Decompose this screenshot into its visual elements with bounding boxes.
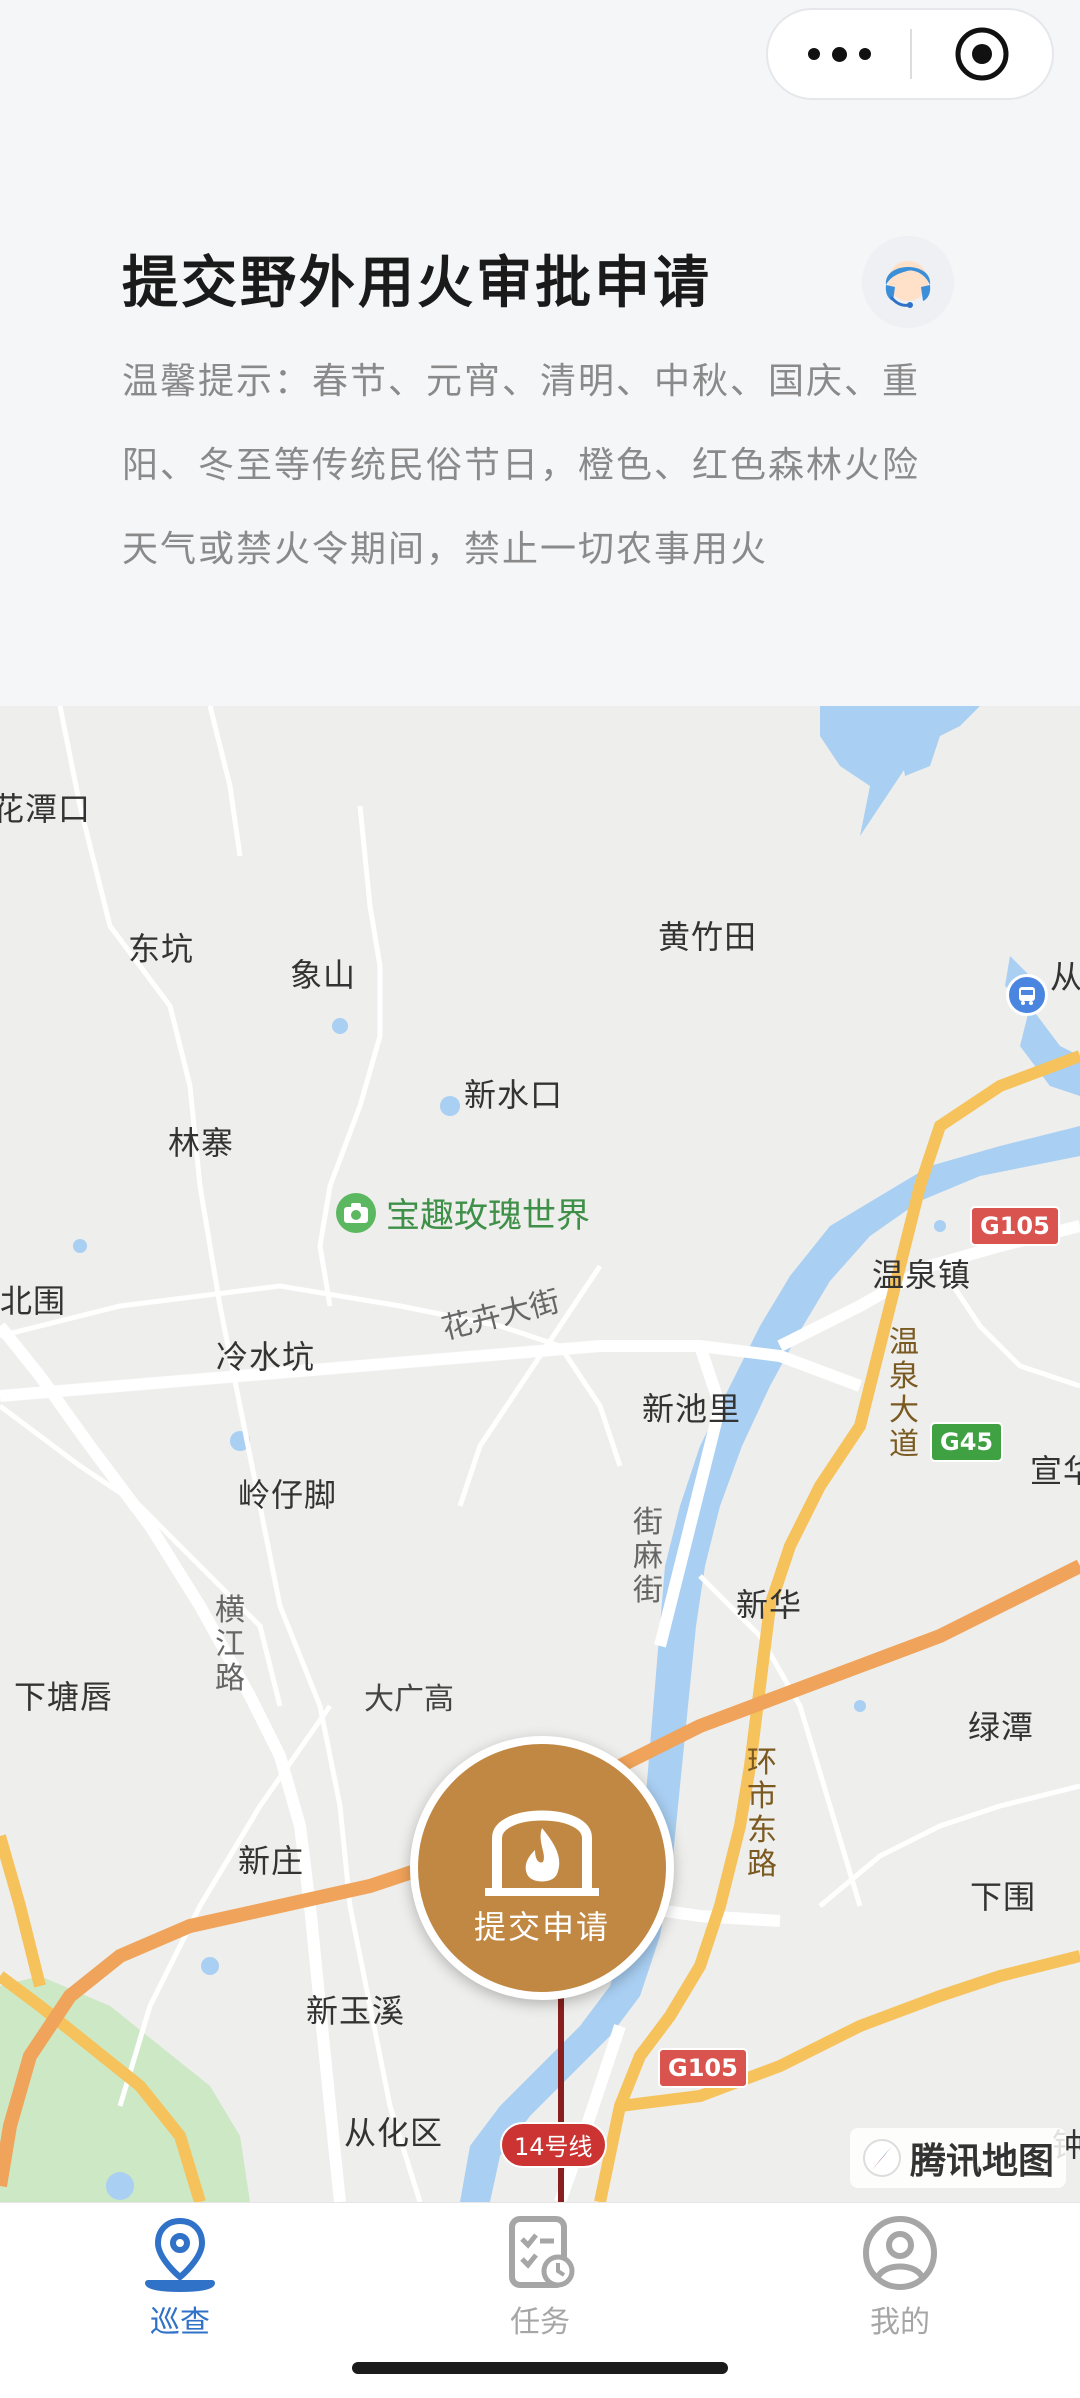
map-place-label: 从: [1050, 958, 1080, 996]
submit-label: 提交申请: [473, 1908, 610, 1946]
map-road-label: 大广高: [364, 1682, 454, 1717]
tab-tasks[interactable]: 任务: [440, 2213, 640, 2341]
map-place-label: 新庄: [238, 1842, 305, 1880]
map-place-label: 岭仔脚: [238, 1476, 338, 1514]
map-poi-rose-world[interactable]: 宝趣玫瑰世界: [336, 1188, 590, 1237]
customer-service-icon: [885, 261, 931, 308]
highway-shield-g45: G45: [930, 1422, 1004, 1462]
close-miniprogram-button[interactable]: [912, 10, 1052, 98]
page-title: 提交野外用火审批申请: [122, 251, 712, 316]
map-view[interactable]: 花潭口 东坑 象山 黄竹田 新水口 林寨 北围 冷水坑 新池里 温泉镇 岭仔脚 …: [0, 706, 1080, 2202]
submit-application-button[interactable]: 提交申请: [410, 1736, 674, 2000]
map-place-label: 东坑: [128, 930, 195, 968]
bus-station-icon: [1006, 974, 1048, 1016]
dot-icon: [807, 48, 820, 60]
map-road-label: 横江路: [215, 1593, 245, 1696]
map-place-label: 绿潭: [968, 1708, 1035, 1746]
map-place-label: 新华: [736, 1586, 803, 1624]
poi-label: 宝趣玫瑰世界: [386, 1196, 590, 1236]
more-menu-button[interactable]: [768, 10, 910, 98]
home-indicator[interactable]: [352, 2362, 728, 2374]
dot-icon: [831, 46, 847, 62]
tab-label: 任务: [510, 2305, 570, 2340]
map-place-label: 温泉镇: [872, 1256, 972, 1294]
map-place-label: 从化区: [344, 2114, 444, 2152]
tab-mine[interactable]: 我的: [800, 2213, 1000, 2341]
target-close-icon: [955, 27, 1009, 81]
map-place-label: 新玉溪: [306, 1992, 406, 2030]
map-place-label: 宣华: [1030, 1452, 1080, 1490]
metro-line-label: 14号线: [500, 2122, 607, 2168]
warm-tip-text: 温馨提示：春节、元宵、清明、中秋、国庆、重阳、冬至等传统民俗节日，橙色、红色森林…: [122, 361, 921, 570]
highway-shield-g105: G105: [970, 1206, 1060, 1246]
map-place-label: 新水口: [464, 1076, 564, 1114]
customer-service-button[interactable]: [862, 236, 954, 328]
user-profile-icon: [863, 2216, 937, 2290]
location-pin-icon: [145, 2217, 215, 2292]
camera-icon: [336, 1192, 376, 1233]
map-place-label: 下塘唇: [14, 1678, 114, 1716]
map-place-label: 北围: [0, 1282, 67, 1320]
tab-label: 巡查: [150, 2305, 210, 2340]
map-place-label: 新池里: [642, 1390, 742, 1428]
map-place-label: 下围: [970, 1878, 1037, 1916]
map-place-label: 冷水坑: [216, 1338, 316, 1376]
highway-shield-g105: G105: [658, 2048, 748, 2088]
map-road-label: 街麻街: [633, 1505, 663, 1608]
miniprogram-capsule: [766, 8, 1054, 100]
tencent-map-logo: 腾讯地图: [850, 2128, 1067, 2188]
tab-patrol[interactable]: 巡查: [80, 2213, 280, 2341]
brand-label: 腾讯地图: [910, 2141, 1055, 2182]
map-place-label: 象山: [290, 956, 357, 994]
compass-icon: [863, 2139, 901, 2177]
task-checklist-icon: [509, 2216, 575, 2288]
fire-stove-icon: [485, 1810, 599, 1896]
tab-label: 我的: [870, 2305, 930, 2340]
map-road-label: 环市东路: [747, 1745, 777, 1882]
map-place-label: 黄竹田: [658, 918, 758, 956]
map-road-label: 温泉大道: [889, 1325, 919, 1462]
dot-icon: [858, 48, 871, 60]
map-place-label: 花潭口: [0, 790, 92, 828]
map-place-label: 林寨: [168, 1124, 235, 1162]
